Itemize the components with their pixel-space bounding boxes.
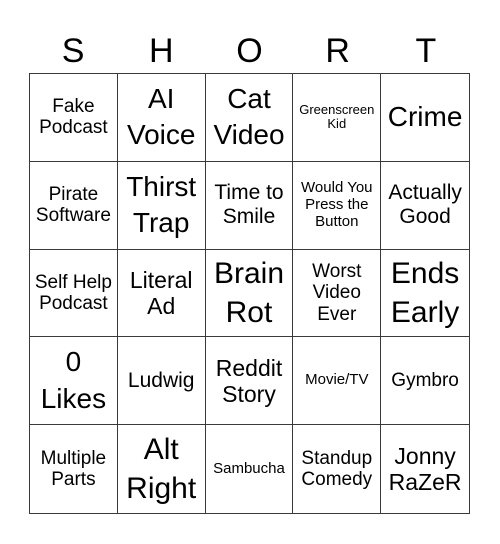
header-letter-r: R — [325, 32, 350, 70]
bingo-cell[interactable]: Crime — [381, 74, 469, 162]
header-letter-t: T — [415, 32, 437, 70]
bingo-cell[interactable]: Standup Comedy — [293, 425, 382, 513]
bingo-cell[interactable]: Alt Right — [118, 425, 206, 513]
bingo-cell[interactable]: AI Voice — [117, 74, 206, 162]
bingo-grid: Fake Podcast AI Voice Cat Video Greenscr… — [29, 73, 470, 514]
bingo-cell[interactable]: Brain Rot — [205, 249, 294, 338]
bingo-cell[interactable]: Reddit Story — [205, 337, 294, 426]
bingo-cell[interactable]: Movie/TV — [293, 337, 382, 426]
header-letter-h: H — [149, 32, 174, 70]
bingo-cell[interactable]: Would You Press the Button — [293, 161, 382, 250]
bingo-cell[interactable]: Multiple Parts — [30, 425, 118, 513]
bingo-cell[interactable]: Ends Early — [381, 250, 469, 338]
bingo-cell[interactable]: 0 Likes — [30, 337, 118, 426]
bingo-cell[interactable]: Gymbro — [381, 337, 469, 426]
bingo-cell[interactable]: Fake Podcast — [30, 74, 118, 162]
bingo-cell[interactable]: Literal Ad — [117, 249, 206, 338]
header-letter-o: O — [236, 32, 263, 70]
bingo-cell[interactable]: Ludwig — [117, 337, 206, 426]
bingo-cell[interactable]: Thirst Trap — [117, 161, 206, 250]
bingo-cell[interactable]: Jonny RaZeR — [381, 425, 469, 513]
bingo-cell[interactable]: Sambucha — [206, 425, 294, 513]
bingo-cell[interactable]: Greenscreen Kid — [293, 74, 382, 162]
bingo-cell[interactable]: Pirate Software — [30, 161, 118, 250]
bingo-cell[interactable]: Self Help Podcast — [30, 249, 118, 338]
bingo-cell[interactable]: Worst Video Ever — [293, 249, 382, 338]
bingo-cell[interactable]: Actually Good — [381, 162, 469, 250]
bingo-header: S H O R T — [29, 30, 470, 72]
bingo-cell[interactable]: Cat Video — [205, 74, 294, 162]
header-letter-s: S — [61, 32, 85, 70]
bingo-cell[interactable]: Time to Smile — [205, 161, 294, 250]
